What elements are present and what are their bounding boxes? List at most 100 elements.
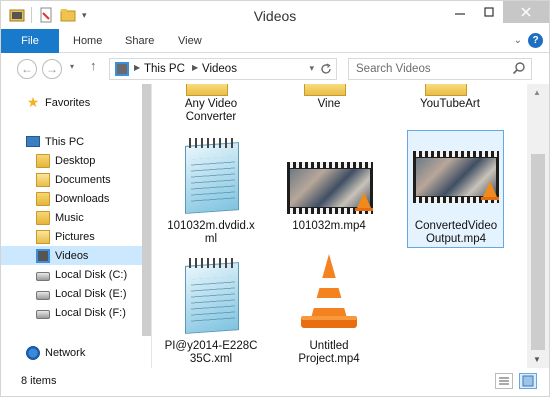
nav-network[interactable]: Network — [1, 343, 151, 362]
maximize-button[interactable] — [474, 1, 503, 23]
file-item-pi-y2014-xml[interactable]: PI@y2014-E228C 35C.xml — [163, 256, 259, 368]
file-item-youtubeart[interactable]: YouTubeArt — [402, 98, 498, 111]
scroll-down-icon[interactable]: ▼ — [533, 355, 541, 364]
file-item-any-video-converter[interactable]: Any Video Converter — [163, 98, 259, 124]
nav-item-local-disk-e[interactable]: Local Disk (E:) — [1, 284, 151, 303]
nav-item-pictures[interactable]: Pictures — [1, 227, 151, 246]
breadcrumb-separator-icon[interactable]: ▶ — [192, 63, 198, 72]
maximize-icon — [483, 7, 494, 17]
folder-icon — [186, 84, 228, 96]
videos-location-icon — [115, 62, 129, 76]
vlc-badge-icon — [357, 192, 371, 208]
file-item-101032m-dvdid-xml[interactable]: 101032m.dvdid.x ml — [163, 134, 259, 250]
nav-item-music[interactable]: Music — [1, 208, 151, 227]
nav-this-pc[interactable]: This PC — [1, 132, 151, 151]
video-thumbnail — [287, 162, 373, 214]
ribbon-controls: ⌄ ? — [514, 33, 543, 48]
tab-home[interactable]: Home — [73, 29, 102, 53]
desktop-folder-icon — [36, 153, 50, 168]
network-icon — [26, 345, 40, 360]
file-name: Untitled Project.mp4 — [298, 340, 360, 365]
file-item-convertedvideooutput-mp4[interactable]: ConvertedVideo Output.mp4 — [407, 130, 504, 248]
large-icons-view-button[interactable] — [519, 373, 537, 389]
search-icon[interactable] — [512, 61, 526, 75]
scroll-up-icon[interactable]: ▲ — [533, 88, 541, 97]
drive-icon — [36, 290, 50, 300]
search-input[interactable]: Search Videos — [356, 63, 431, 75]
address-bar[interactable]: ▶ This PC ▶ Videos ▾ — [109, 58, 337, 80]
forward-arrow-icon: → — [46, 62, 58, 76]
nav-item-label: Pictures — [55, 230, 95, 243]
music-folder-icon — [36, 210, 50, 225]
item-count: 8 items — [21, 375, 57, 387]
file-item-101032m-mp4[interactable]: 101032m.mp4 — [281, 134, 377, 250]
content-scrollbar[interactable]: ▲ ▼ — [527, 84, 549, 368]
nav-item-label: Documents — [55, 173, 111, 186]
nav-network-label: Network — [45, 346, 86, 359]
nav-item-local-disk-f[interactable]: Local Disk (F:) — [1, 303, 151, 322]
nav-this-pc-label: This PC — [45, 135, 85, 148]
close-button[interactable] — [503, 1, 549, 23]
expand-ribbon-icon[interactable]: ⌄ — [514, 35, 522, 46]
nav-item-documents[interactable]: Documents — [1, 170, 151, 189]
nav-item-label: Downloads — [55, 192, 110, 205]
vlc-badge-icon — [483, 181, 497, 197]
back-button[interactable]: ← — [17, 59, 37, 79]
tab-share[interactable]: Share — [125, 29, 154, 53]
drive-icon — [36, 271, 50, 281]
file-item-untitled-project-mp4[interactable]: Untitled Project.mp4 — [281, 254, 377, 368]
title-bar: ▾ Videos — [1, 1, 549, 29]
address-history-icon[interactable]: ▾ — [309, 63, 314, 74]
refresh-icon[interactable] — [320, 63, 332, 75]
status-bar: 8 items — [1, 368, 549, 396]
downloads-folder-icon — [36, 191, 50, 206]
nav-favorites[interactable]: ★ Favorites — [1, 93, 151, 112]
star-icon: ★ — [26, 94, 40, 110]
nav-item-label: Videos — [55, 249, 89, 262]
nav-item-label: Local Disk (C:) — [55, 268, 128, 281]
nav-item-label: Desktop — [55, 154, 96, 167]
breadcrumb-separator-icon[interactable]: ▶ — [134, 63, 140, 72]
large-icons-view-icon — [522, 375, 534, 387]
folder-icon — [304, 84, 346, 96]
breadcrumb-videos[interactable]: Videos — [202, 63, 237, 75]
breadcrumb-this-pc[interactable]: This PC — [144, 63, 185, 75]
up-arrow-icon[interactable]: ↑ — [90, 58, 97, 73]
search-box[interactable]: Search Videos — [348, 58, 532, 80]
nav-item-desktop[interactable]: Desktop — [1, 151, 151, 170]
tab-file[interactable]: File — [1, 29, 59, 53]
nav-item-label: Local Disk (E:) — [55, 287, 127, 300]
file-name: YouTubeArt — [420, 98, 480, 110]
details-view-button[interactable] — [495, 373, 513, 389]
notepad-document-icon — [181, 138, 243, 216]
pictures-folder-icon — [36, 229, 50, 244]
video-thumbnail — [413, 151, 499, 203]
drive-icon — [36, 309, 50, 319]
nav-item-downloads[interactable]: Downloads — [1, 189, 151, 208]
videos-folder-icon — [36, 248, 50, 263]
close-icon — [521, 7, 531, 17]
help-icon[interactable]: ? — [528, 33, 543, 48]
address-row: ← → ▾ ↑ ▶ This PC ▶ Videos ▾ Search Vide… — [1, 54, 549, 84]
back-arrow-icon: ← — [21, 62, 33, 76]
notepad-document-icon — [181, 258, 243, 336]
file-item-vine[interactable]: Vine — [281, 98, 377, 111]
minimize-button[interactable] — [445, 1, 474, 23]
scrollbar-thumb[interactable] — [531, 154, 545, 350]
tab-view[interactable]: View — [178, 29, 202, 53]
navigation-scrollbar-thumb[interactable] — [142, 84, 151, 336]
navigation-pane: ★ Favorites This PC Desktop Documents Do… — [1, 84, 151, 368]
nav-item-label: Music — [55, 211, 84, 224]
computer-icon — [26, 136, 40, 147]
file-list: Any Video Converter Vine YouTubeArt 1010… — [152, 84, 527, 368]
file-name: 101032m.dvdid.x ml — [167, 220, 255, 245]
file-name: ConvertedVideo Output.mp4 — [414, 220, 498, 245]
recent-locations-icon[interactable]: ▾ — [70, 62, 74, 71]
file-name: Any Video Converter — [184, 98, 238, 123]
minimize-icon — [454, 13, 465, 15]
forward-button[interactable]: → — [42, 59, 62, 79]
nav-item-videos[interactable]: Videos — [1, 246, 151, 265]
navigation-scrollbar[interactable] — [142, 84, 151, 336]
nav-item-local-disk-c[interactable]: Local Disk (C:) — [1, 265, 151, 284]
file-name: Vine — [317, 98, 341, 110]
